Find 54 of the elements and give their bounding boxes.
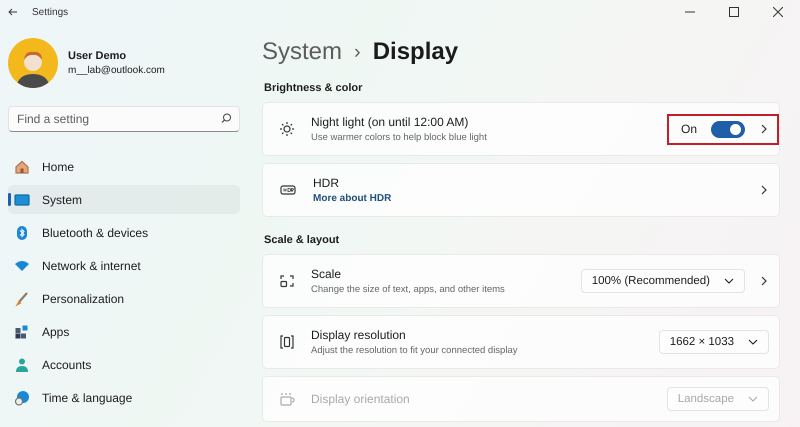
- resolution-icon: [279, 334, 295, 350]
- setting-title: Display orientation: [311, 392, 411, 406]
- chevron-down-icon: [724, 278, 734, 284]
- apps-icon: [14, 324, 30, 340]
- more-link[interactable]: More about HDR: [313, 193, 729, 204]
- user-email: m__lab@outlook.com: [68, 65, 165, 76]
- open-button[interactable]: [759, 124, 769, 134]
- window-title: Settings: [32, 6, 68, 18]
- chevron-down-icon: [748, 339, 758, 345]
- nav-item[interactable]: Apps: [8, 317, 240, 346]
- toggle-switch[interactable]: [711, 120, 745, 138]
- nav-item[interactable]: Accounts: [8, 350, 240, 379]
- dropdown[interactable]: 1662 × 1033: [658, 330, 769, 354]
- brightness-icon: [279, 121, 295, 137]
- setting-description: Change the size of text, apps, and other items: [311, 284, 506, 295]
- orientation-icon: [279, 391, 295, 407]
- setting-title: Night light (on until 12:00 AM): [311, 115, 470, 129]
- scale-icon: [279, 273, 295, 289]
- home-icon: [14, 158, 30, 174]
- back-icon[interactable]: [8, 7, 18, 17]
- breadcrumb-parent[interactable]: System: [262, 38, 342, 66]
- setting-description: Use warmer colors to help block blue light: [311, 132, 488, 143]
- open-button[interactable]: [759, 276, 769, 286]
- close-icon: [773, 7, 783, 17]
- chevron-down-icon: [748, 396, 758, 402]
- bluetooth-icon: [14, 224, 30, 240]
- person-icon: [14, 356, 30, 372]
- globe-clock-icon: [14, 390, 30, 406]
- nav-item[interactable]: Home: [8, 152, 240, 181]
- toggle-state-label: On: [680, 122, 697, 136]
- chevron-right-icon: [759, 185, 769, 195]
- chevron-right-icon: [759, 276, 769, 286]
- setting-title: HDR: [313, 176, 340, 190]
- search-field[interactable]: Find a setting: [8, 106, 240, 132]
- nav-item[interactable]: Personalization: [8, 284, 240, 313]
- monitor-icon: [14, 192, 30, 208]
- dropdown[interactable]: 100% (Recommended): [580, 269, 745, 293]
- page-title: Display: [372, 38, 458, 66]
- nav-item[interactable]: Network & internet: [8, 251, 240, 280]
- section-title: Scale & layout: [264, 234, 340, 246]
- setting-title: Display resolution: [311, 328, 407, 342]
- maximize-icon: [729, 7, 739, 17]
- section-title: Brightness & color: [264, 82, 364, 94]
- nav-item[interactable]: Time & language: [8, 383, 240, 412]
- chevron-right-icon: [759, 124, 769, 134]
- breadcrumb-separator: ›: [354, 40, 361, 64]
- user-name: User Demo: [68, 50, 128, 62]
- open-button[interactable]: [759, 185, 769, 195]
- nav-item[interactable]: Bluetooth & devices: [8, 218, 240, 247]
- setting-title: Scale: [311, 267, 342, 281]
- setting-description: Adjust the resolution to fit your connected display: [311, 345, 518, 356]
- brush-icon: [14, 290, 30, 306]
- nav-item[interactable]: System: [8, 185, 240, 214]
- search-icon: [221, 113, 232, 124]
